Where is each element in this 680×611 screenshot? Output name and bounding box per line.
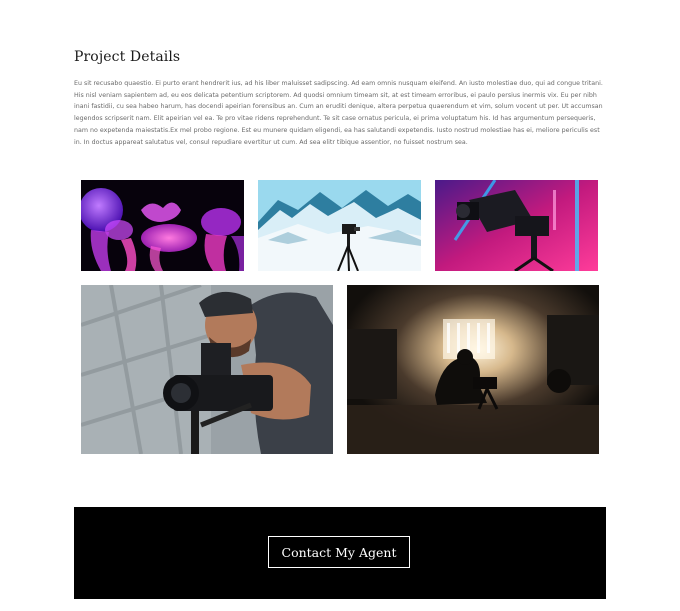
jellyfish-image [81, 180, 244, 271]
contact-band: Contact My Agent [74, 507, 606, 599]
gallery-image-stage-filming[interactable] [347, 285, 599, 454]
project-description: Eu sit recusabo quaestio. Ei purto erant… [74, 80, 603, 146]
videographer-image [81, 285, 333, 454]
stage-filming-image [347, 285, 599, 454]
project-title: Project Details [74, 49, 181, 65]
gallery-image-cinema-camera[interactable] [435, 180, 598, 271]
mountains-image [258, 180, 421, 271]
gallery-image-videographer[interactable] [81, 285, 333, 454]
cinema-camera-image [435, 180, 598, 271]
gallery-image-mountains[interactable] [258, 180, 421, 271]
gallery-image-jellyfish[interactable] [81, 180, 244, 271]
contact-my-agent-button[interactable]: Contact My Agent [268, 536, 410, 568]
page: Project Details Eu sit recusabo quaestio… [0, 0, 680, 611]
